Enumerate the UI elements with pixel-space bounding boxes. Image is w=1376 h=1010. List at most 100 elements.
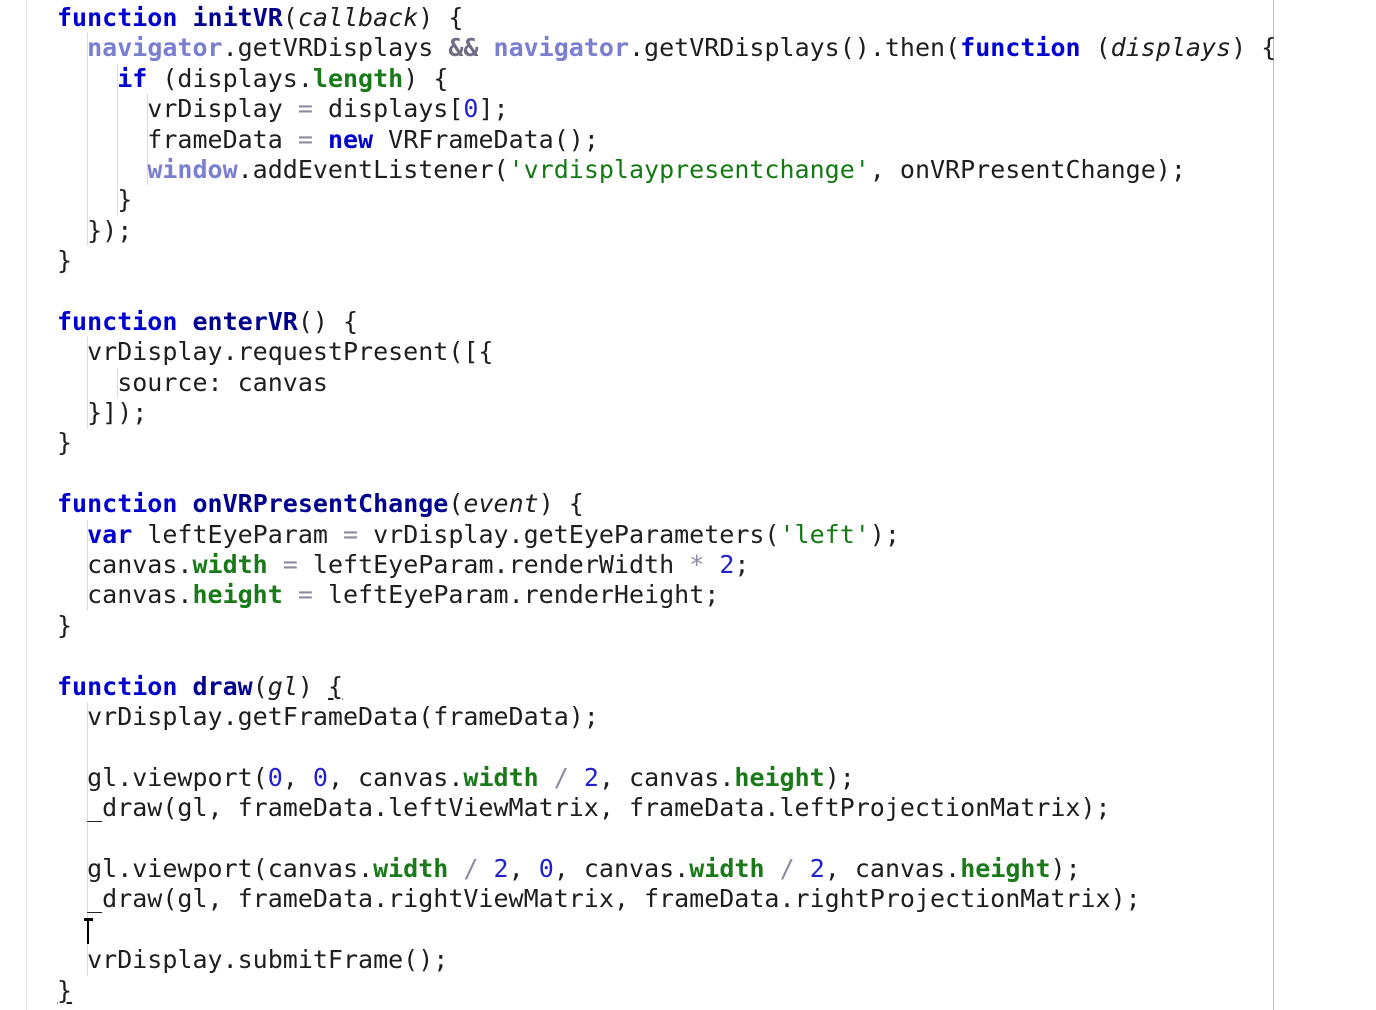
code-token: = [297,94,313,124]
code-line[interactable]: function draw(gl) { [0,672,1376,702]
code-text-area[interactable]: function initVR(callback) { navigator.ge… [0,0,1376,1010]
code-line[interactable]: frameData = new VRFrameData(); [0,125,1376,155]
code-token: ; [734,550,750,580]
code-token: , canvas. [598,762,735,792]
code-line[interactable]: ​ [0,459,1376,489]
code-editor[interactable]: function initVR(callback) { navigator.ge… [0,0,1376,1010]
code-line[interactable]: vrDisplay.requestPresent([{ [0,337,1376,367]
code-token: onVRPresentChange [192,489,449,519]
code-line[interactable]: gl.viewport(canvas.width / 2, 0, canvas.… [0,854,1376,884]
code-token: ( [448,489,464,519]
code-line[interactable]: function enterVR() { [0,307,1376,337]
code-line[interactable]: ​ [0,915,1376,945]
code-token: } [57,246,73,276]
code-line[interactable]: ​ [0,732,1376,762]
code-line[interactable]: vrDisplay = displays[0]; [0,94,1376,124]
code-token: gl [267,671,298,701]
code-token: leftEyeParam [132,519,343,549]
code-token: initVR [192,3,283,32]
code-token: vrDisplay.getFrameData(frameData); [57,701,599,731]
code-token: ) [297,671,328,701]
code-token: width [192,550,268,580]
code-token: 0 [312,762,328,792]
matching-brace-token: } [57,975,73,1005]
code-token: vrDisplay.requestPresent([{ [57,337,494,367]
code-token: } [57,610,73,640]
code-line[interactable]: _draw(gl, frameData.rightViewMatrix, fra… [0,884,1376,914]
code-token: 'vrdisplaypresentchange' [508,154,870,184]
code-token: , canvas. [824,853,961,883]
code-line[interactable]: gl.viewport(0, 0, canvas.width / 2, canv… [0,763,1376,793]
code-line[interactable]: ​ [0,277,1376,307]
code-line[interactable]: navigator.getVRDisplays && navigator.get… [0,33,1376,63]
code-token: / [553,762,569,792]
code-line[interactable]: var leftEyeParam = vrDisplay.getEyeParam… [0,520,1376,550]
code-token: width [373,853,449,883]
code-token: ]; [478,94,509,124]
code-token: 2 [719,550,735,580]
code-token: canvas. [57,580,193,610]
code-token: , [282,762,313,792]
code-token: () { [297,306,359,336]
code-line[interactable]: ​ [0,641,1376,671]
code-token: window [147,154,238,184]
code-token: height [734,762,825,792]
code-token: ); [1050,853,1081,883]
code-token: height [192,580,283,610]
code-line[interactable]: vrDisplay.getFrameData(frameData); [0,702,1376,732]
code-line[interactable]: canvas.width = leftEyeParam.renderWidth … [0,550,1376,580]
code-line[interactable]: } [0,185,1376,215]
code-line[interactable]: _draw(gl, frameData.leftViewMatrix, fram… [0,793,1376,823]
code-token: _draw(gl, frameData.leftViewMatrix, fram… [57,793,1111,823]
code-token: } [57,428,73,458]
code-token: ) { [1231,33,1277,63]
code-line[interactable]: function initVR(callback) { [0,3,1376,33]
code-token: source: canvas [57,367,328,397]
code-token: frameData [57,124,298,154]
code-token: navigator [493,33,629,63]
code-line[interactable]: if (displays.length) { [0,64,1376,94]
code-token: = [342,519,359,549]
code-line[interactable]: function onVRPresentChange(event) { [0,489,1376,519]
code-line[interactable]: } [0,428,1376,458]
code-token: / [779,853,795,883]
code-line[interactable]: } [0,246,1376,276]
code-line[interactable]: vrDisplay.submitFrame(); [0,945,1376,975]
code-token: function [57,3,178,32]
code-token: * [689,550,705,580]
code-token: function [57,489,178,519]
code-token: .getVRDisplays().then( [629,33,961,63]
code-token: ( [282,3,298,32]
code-token: 0 [267,762,283,792]
code-line[interactable]: }); [0,216,1376,246]
code-line[interactable]: } [0,976,1376,1006]
code-line[interactable]: }]); [0,398,1376,428]
code-line[interactable]: window.addEventListener('vrdisplaypresen… [0,155,1376,185]
code-line[interactable]: ​ [0,824,1376,854]
code-token: 2 [809,853,825,883]
code-token: }]); [57,398,148,428]
code-token: = [282,550,298,580]
code-token: , onVRPresentChange); [869,154,1186,184]
code-token: new [327,124,374,154]
code-line[interactable]: source: canvas [0,368,1376,398]
code-token: gl.viewport( [57,762,268,792]
code-token: .getVRDisplays [222,33,449,63]
code-token: function [960,33,1081,63]
code-token: enterVR [192,306,298,336]
code-line[interactable]: canvas.height = leftEyeParam.renderHeigh… [0,580,1376,610]
code-line[interactable]: } [0,611,1376,641]
